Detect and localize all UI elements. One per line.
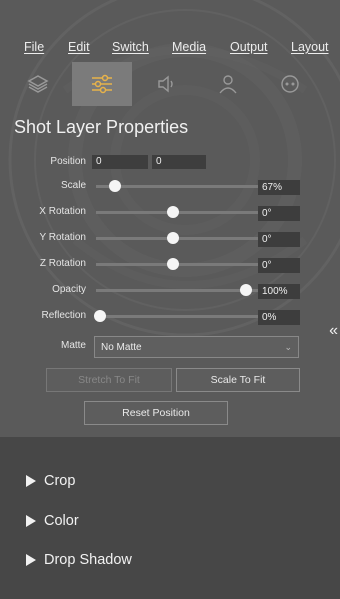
tab-mask[interactable] (260, 62, 320, 106)
section-crop-label: Crop (44, 473, 76, 489)
slider-track[interactable] (96, 237, 272, 240)
slider-value[interactable]: 0° (258, 232, 300, 247)
slider-label: Z Rotation (39, 258, 86, 269)
slider-knob[interactable] (240, 284, 252, 296)
expand-triangle-icon (26, 515, 36, 527)
matte-select[interactable]: No Matte ⌄ (94, 336, 299, 358)
slider-value[interactable]: 0° (258, 258, 300, 273)
slider-knob[interactable] (167, 206, 179, 218)
section-color-label: Color (44, 513, 79, 529)
layers-icon (27, 75, 49, 93)
tab-layers[interactable] (8, 62, 68, 106)
chevron-down-icon: ⌄ (284, 342, 292, 352)
section-color[interactable]: Color (26, 513, 79, 529)
slider-value[interactable]: 67% (258, 180, 300, 195)
panel-title: Shot Layer Properties (14, 117, 189, 137)
matte-label: Matte (60, 340, 86, 351)
scale-to-fit-button[interactable]: Scale To Fit (176, 368, 300, 392)
menu-layout[interactable]: Layout (291, 40, 329, 54)
menu-switch[interactable]: Switch (112, 40, 149, 54)
menu-file[interactable]: File (24, 40, 44, 54)
reset-position-button[interactable]: Reset Position (84, 401, 228, 425)
stretch-to-fit-button[interactable]: Stretch To Fit (46, 368, 172, 392)
slider-track[interactable] (96, 263, 272, 266)
slider-label: Opacity (52, 284, 86, 295)
menu-edit[interactable]: Edit (68, 40, 90, 54)
slider-value[interactable]: 0% (258, 310, 300, 325)
menu-media[interactable]: Media (172, 40, 206, 54)
slider-knob[interactable] (167, 258, 179, 270)
menu-output[interactable]: Output (230, 40, 268, 54)
collapse-panel-icon[interactable]: « (329, 322, 338, 340)
slider-value[interactable]: 100% (258, 284, 300, 299)
slider-track[interactable] (96, 185, 272, 188)
slider-value[interactable]: 0° (258, 206, 300, 221)
matte-value: No Matte (101, 342, 142, 353)
position-x-input[interactable]: 0 (92, 155, 148, 169)
position-y-input[interactable]: 0 (152, 155, 206, 169)
slider-label: Scale (60, 180, 86, 191)
slider-label: Y Rotation (39, 232, 86, 243)
position-label: Position (50, 156, 86, 167)
section-drop-shadow-label: Drop Shadow (44, 552, 132, 568)
slider-track[interactable] (96, 315, 272, 318)
collapsible-sections: Crop Color Drop Shadow (0, 437, 340, 599)
slider-track[interactable] (96, 211, 272, 214)
slider-label: X Rotation (39, 206, 86, 217)
section-crop[interactable]: Crop (26, 473, 75, 489)
slider-knob[interactable] (108, 180, 121, 192)
tab-person[interactable] (198, 62, 258, 106)
audio-icon (158, 75, 173, 93)
person-icon (219, 75, 237, 94)
menu-bar: File Edit Switch Media Output Layout (0, 40, 340, 62)
expand-triangle-icon (26, 475, 36, 487)
slider-knob[interactable] (167, 232, 179, 244)
section-drop-shadow[interactable]: Drop Shadow (26, 552, 132, 568)
tab-audio[interactable] (136, 62, 196, 106)
sliders-icon (92, 74, 112, 94)
properties-toolbar (0, 62, 340, 106)
tab-properties[interactable] (72, 62, 132, 106)
slider-knob[interactable] (94, 310, 106, 322)
slider-label: Reflection (41, 310, 86, 321)
mask-icon (281, 75, 299, 93)
expand-triangle-icon (26, 554, 36, 566)
